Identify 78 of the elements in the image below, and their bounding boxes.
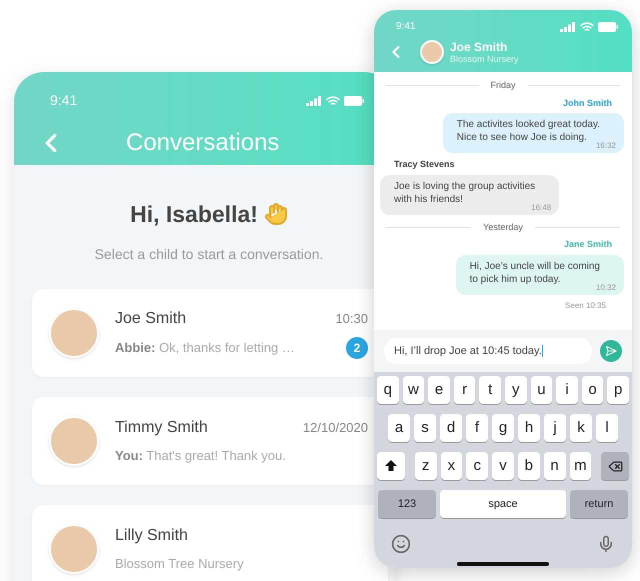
keyboard-key[interactable]: f <box>466 414 488 442</box>
sender-name: John Smith <box>563 96 613 110</box>
avatar-photo-placeholder <box>49 308 99 358</box>
keyboard-key[interactable]: y <box>505 376 527 404</box>
wifi-icon <box>326 96 340 106</box>
keyboard-key[interactable]: u <box>530 376 552 404</box>
keyboard-key[interactable]: s <box>414 414 436 442</box>
message-preview: Blossom Tree Nursery <box>115 554 244 573</box>
status-time: 9:41 <box>396 20 416 34</box>
keyboard-key[interactable]: o <box>582 376 604 404</box>
avatar-photo-placeholder <box>420 40 444 64</box>
seen-status: Seen 10:35 <box>565 300 607 312</box>
keyboard-key[interactable]: z <box>414 452 437 480</box>
message-time: 10:32 <box>596 282 616 294</box>
keyboard-key[interactable]: k <box>570 414 592 442</box>
subtitle: Select a child to start a conversation. <box>94 244 324 264</box>
keyboard-key[interactable]: w <box>402 376 424 404</box>
keyboard-key[interactable]: e <box>428 376 450 404</box>
date-divider: Friday <box>490 79 516 92</box>
keyboard-key[interactable]: j <box>544 414 566 442</box>
keyboard-key[interactable]: h <box>518 414 540 442</box>
message-time: 12/10/2020 <box>302 419 368 437</box>
screen-title: Conversations <box>126 128 280 158</box>
child-name: Joe Smith <box>115 308 186 328</box>
function-key[interactable]: return <box>570 490 628 518</box>
keyboard-key[interactable]: g <box>492 414 514 442</box>
keyboard-key[interactable]: v <box>492 452 514 480</box>
keyboard-key[interactable]: i <box>556 376 578 404</box>
message-preview: You: That's great! Thank you. <box>115 446 286 465</box>
unread-count: 2 <box>346 336 368 358</box>
date-divider: Yesterday <box>483 220 523 234</box>
waving-hand-icon <box>264 202 288 226</box>
sender-name: Tracy Stevens <box>393 158 455 171</box>
message-text: The activites looked great today. Nice to see how Joe is doing. <box>456 118 600 143</box>
wifi-icon <box>580 22 594 32</box>
signal-icon <box>560 22 576 32</box>
backspace-key[interactable] <box>601 452 630 480</box>
keyboard-key[interactable]: r <box>454 376 476 404</box>
message-text: Hi, Joe’s uncle will be coming to pick him up today. <box>470 260 600 284</box>
keyboard-key[interactable]: x <box>440 452 462 480</box>
message-time: 10:30 <box>335 310 368 328</box>
shift-key[interactable] <box>376 452 405 480</box>
emoji-icon[interactable] <box>391 534 411 554</box>
keyboard-key[interactable]: a <box>388 414 410 442</box>
greeting: Hi, Isabella! <box>130 200 258 229</box>
space-key[interactable]: space <box>440 490 566 518</box>
keyboard-key[interactable]: t <box>479 376 501 404</box>
keyboard-key[interactable]: q <box>377 376 399 404</box>
microphone-icon[interactable] <box>597 535 615 553</box>
battery-icon <box>598 22 618 32</box>
message-time: 16:32 <box>596 140 616 152</box>
message-preview: Abbie: Ok, thanks for letting … <box>115 338 295 357</box>
keyboard-key[interactable]: n <box>544 452 566 480</box>
child-name: Lilly Smith <box>115 526 188 546</box>
shift-arrow-icon <box>384 460 397 472</box>
keyboard-key[interactable]: c <box>466 452 488 480</box>
avatar-photo-placeholder <box>49 416 99 466</box>
function-key[interactable]: 123 <box>378 490 436 518</box>
sender-name: Jane Smith <box>564 238 613 251</box>
signal-icon <box>306 96 322 106</box>
battery-icon <box>344 96 364 106</box>
child-card[interactable]: Lilly Smith Blossom Tree Nursery <box>32 504 388 581</box>
status-time: 9:41 <box>50 91 78 110</box>
message-text: Joe is loving the group activities with his friends! <box>394 180 536 204</box>
backspace-icon <box>608 458 623 474</box>
keyboard-key[interactable]: d <box>440 414 462 442</box>
avatar-photo-placeholder <box>49 524 99 574</box>
message-input-field[interactable]: Hi, I’ll drop Joe at 10:45 today. <box>384 338 592 364</box>
contact-subtitle: Blossom Nursery <box>450 54 519 64</box>
send-icon <box>605 345 617 357</box>
keyboard-key[interactable]: p <box>607 376 629 404</box>
child-name: Timmy Smith <box>115 418 208 438</box>
keyboard-key[interactable]: l <box>596 414 618 442</box>
keyboard-key[interactable]: m <box>570 452 592 480</box>
message-time: 16:48 <box>531 202 552 214</box>
send-button[interactable] <box>600 340 622 362</box>
keyboard-key[interactable]: b <box>518 452 540 480</box>
contact-name: Joe Smith <box>450 40 508 52</box>
